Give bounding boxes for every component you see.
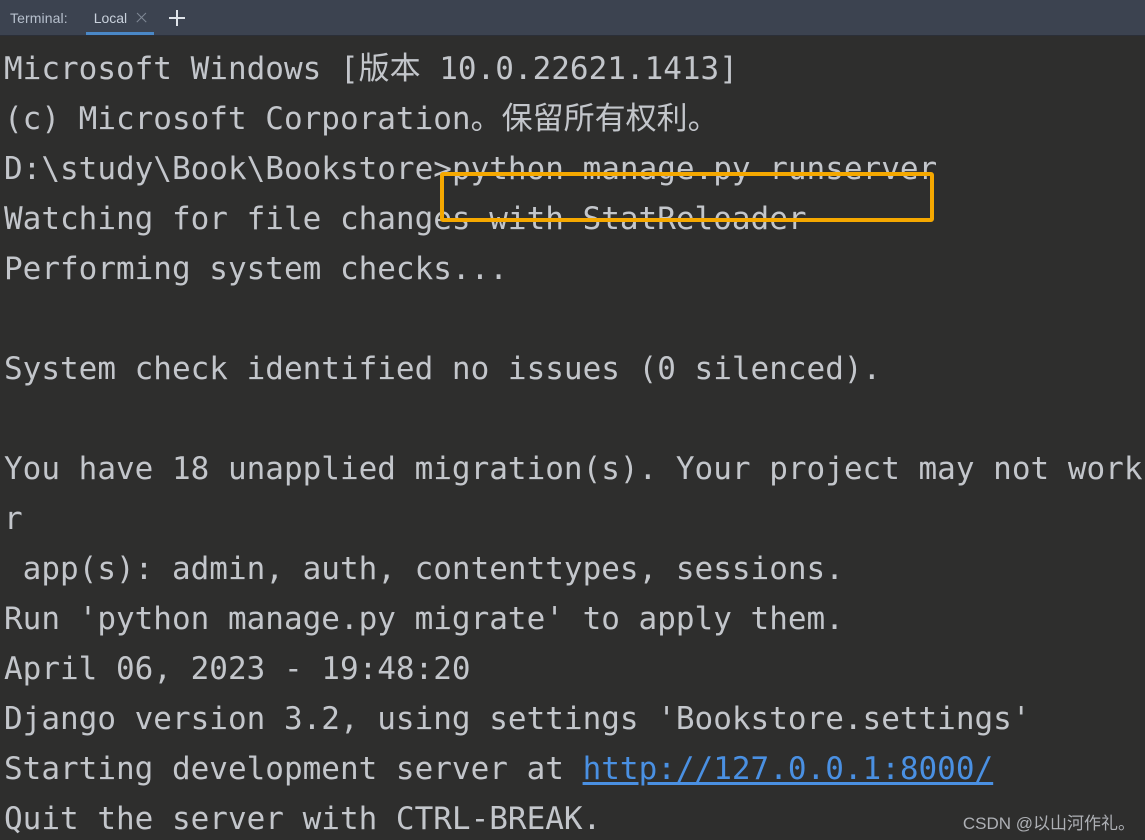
server-url-prefix: Starting development server at (4, 751, 583, 787)
close-icon[interactable] (135, 11, 148, 24)
console-line: (c) Microsoft Corporation。保留所有权利。 (4, 101, 719, 137)
tab-label: Local (93, 9, 128, 26)
shell-prompt: D:\study\Book\Bookstore> (4, 151, 452, 187)
console-line: System check identified no issues (0 sil… (4, 351, 882, 387)
console-line: You have 18 unapplied migration(s). Your… (4, 451, 1145, 487)
add-terminal-tab-button[interactable] (160, 0, 194, 35)
console-line: Django version 3.2, using settings 'Book… (4, 701, 1031, 737)
tab-active-indicator (85, 32, 155, 35)
console-line: Microsoft Windows [版本 10.0.22621.1413] (4, 51, 738, 87)
console-line: Performing system checks... (4, 251, 508, 287)
csdn-watermark: CSDN @以山河作礼。 (962, 814, 1135, 833)
console-line: April 06, 2023 - 19:48:20 (4, 651, 471, 687)
terminal-tool-header: Terminal: Local (0, 0, 1145, 36)
console-command-line: D:\study\Book\Bookstore>python manage.py… (4, 144, 1145, 194)
console-line: Run 'python manage.py migrate' to apply … (4, 601, 844, 637)
shell-command: python manage.py runserver (451, 151, 938, 187)
server-url-link[interactable]: http://127.0.0.1:8000/ (583, 751, 994, 787)
terminal-tab-local[interactable]: Local (80, 0, 160, 35)
console-line: Watching for file changes with StatReloa… (4, 201, 807, 237)
terminal-console[interactable]: Microsoft Windows [版本 10.0.22621.1413] (… (0, 36, 1145, 840)
console-server-url-line: Starting development server at http://12… (4, 744, 1145, 794)
console-line: r (4, 501, 23, 537)
plus-icon (169, 9, 186, 26)
tool-window-title: Terminal: (10, 9, 68, 26)
console-line: app(s): admin, auth, contenttypes, sessi… (4, 551, 844, 587)
